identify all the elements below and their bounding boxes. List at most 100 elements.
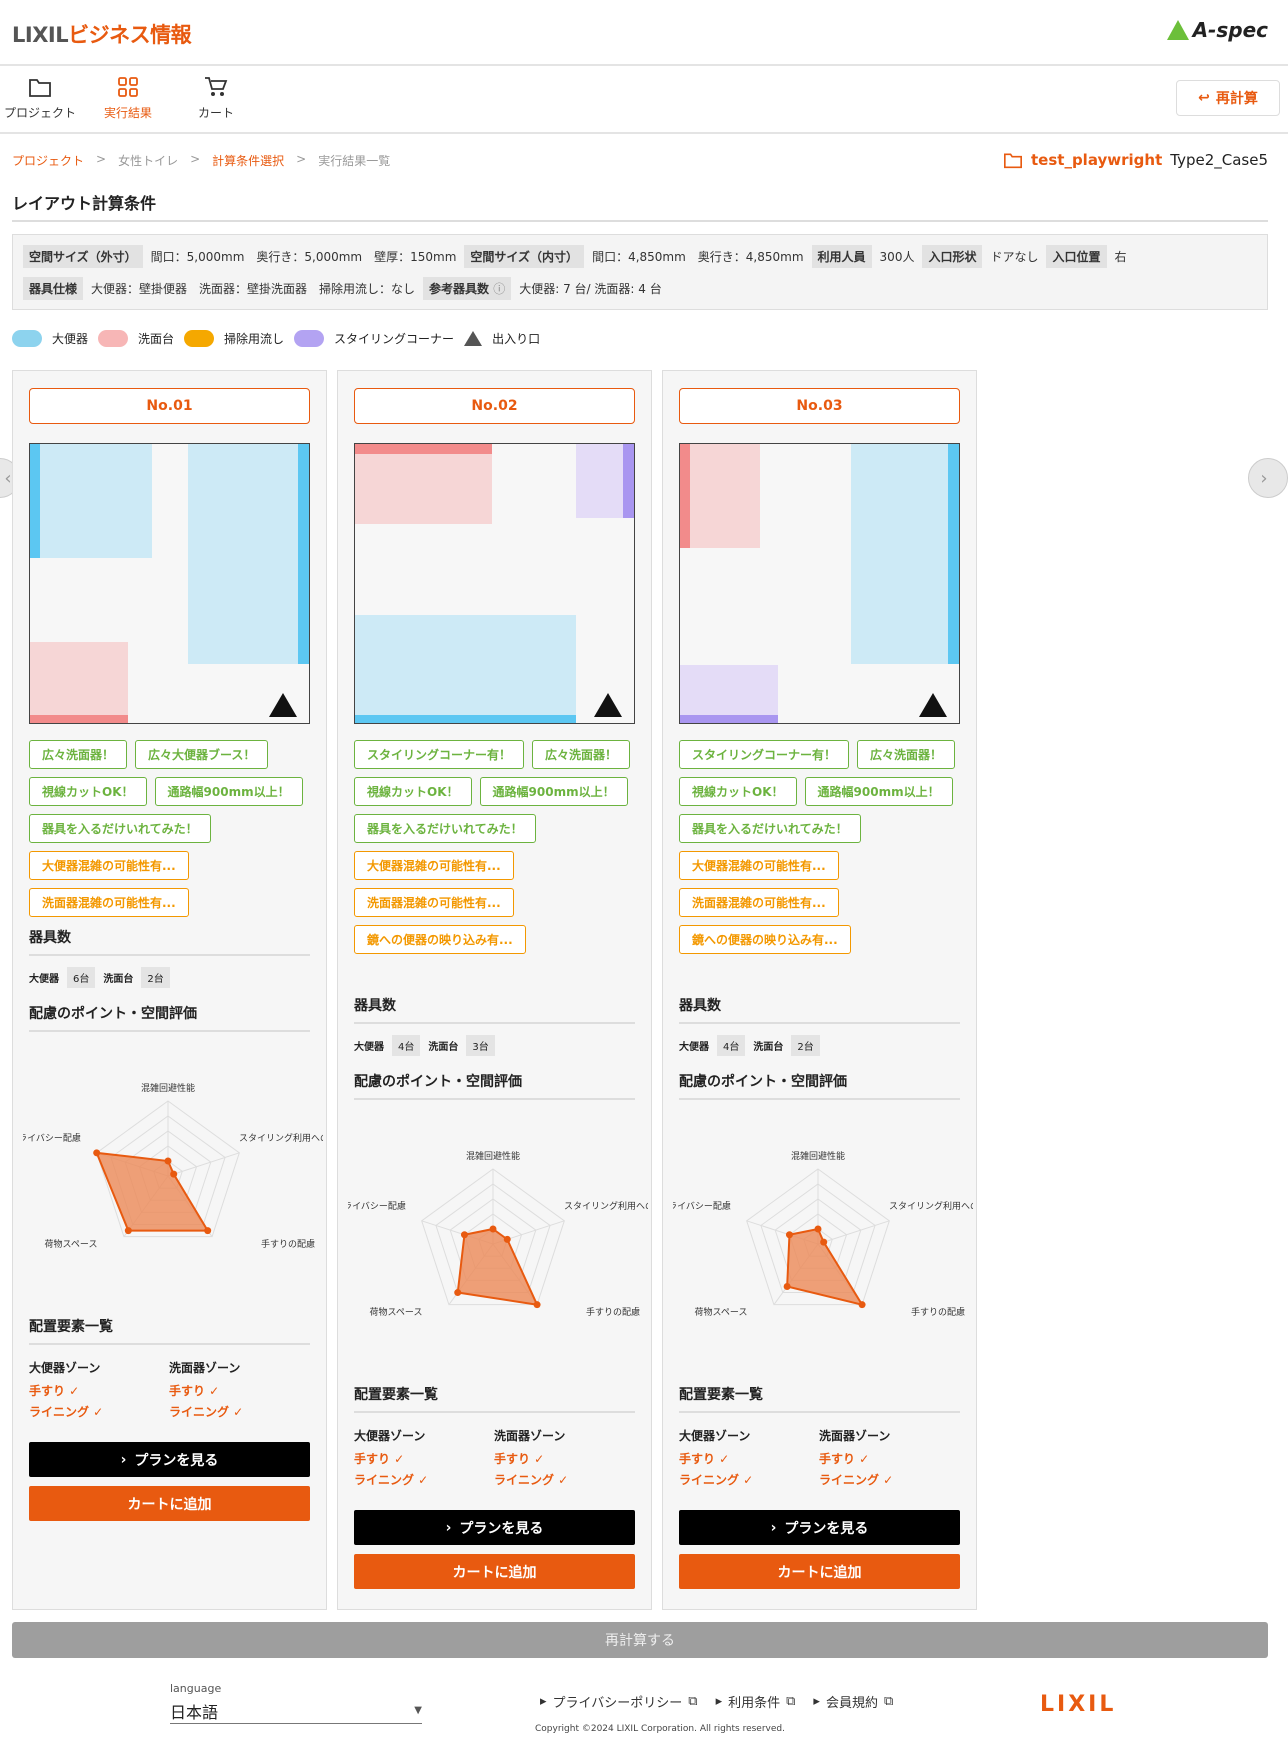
project-name[interactable]: test_playwright [1031, 151, 1162, 169]
radar-point [93, 1149, 101, 1157]
breadcrumb-separator: > [96, 152, 107, 166]
cond-tag: 器具仕様 [23, 277, 84, 300]
cond-value: 右 [1114, 250, 1127, 264]
radar-label: スタイリング利用への配慮 [239, 1132, 323, 1144]
add-to-cart-button[interactable]: カートに追加 [354, 1554, 635, 1589]
evaluation-title: 配慮のポイント・空間評価 [354, 1071, 635, 1100]
radar-point [454, 1289, 462, 1297]
cond-tag: 入口形状 [922, 245, 983, 268]
add-to-cart-button[interactable]: カートに追加 [679, 1554, 960, 1589]
warning-chip[interactable]: 鏡への便器の映り込み有... [354, 925, 526, 954]
carousel-next-button[interactable]: › [1248, 458, 1288, 498]
cond-tag: 利用人員 [811, 245, 872, 268]
feature-chip: 広々洗面器！ [532, 740, 631, 769]
radar-label: 荷物スペース [695, 1306, 748, 1318]
chevron-right-icon: › [445, 1519, 452, 1536]
legend-label: 掃除用流し [224, 332, 285, 346]
fixture-counts: 大便器 4台 洗面台 2台 [679, 1035, 820, 1056]
grid-icon [118, 77, 138, 97]
warning-chip[interactable]: 洗面器混雑の可能性有... [354, 888, 514, 917]
cond-value: 大便器：壁掛便器 洗面器：壁掛洗面器 掃除用流し：なし [91, 282, 416, 296]
cond-tag: 空間サイズ（内寸） [464, 245, 585, 268]
nav-cart[interactable]: カート [176, 76, 256, 121]
plan-number-button[interactable]: No.03 [679, 388, 960, 424]
radar-label: 手すりの配慮 [911, 1306, 965, 1318]
evaluation-title: 配慮のポイント・空間評価 [679, 1071, 960, 1100]
view-plan-button[interactable]: › プランを見る [29, 1442, 310, 1477]
legend-label: スタイリングコーナー [334, 332, 455, 346]
view-plan-button[interactable]: › プランを見る [354, 1510, 635, 1545]
radar-chart: 混雑回避性能スタイリング利用への配慮手すりの配慮 荷物スペース プライバシー配慮 [23, 1082, 323, 1250]
radar-point [489, 1225, 497, 1233]
layout-plan[interactable] [354, 443, 635, 724]
legend-swatch [12, 330, 42, 347]
warning-chip[interactable]: 大便器混雑の可能性有... [354, 851, 514, 880]
radar-label: 混雑回避性能 [466, 1150, 520, 1162]
terms-link[interactable]: ▸ 利用条件 ⧉ [716, 1692, 796, 1711]
plan-number-button[interactable]: No.02 [354, 388, 635, 424]
conditions-panel: 空間サイズ（外寸） 間口：5,000mm 奥行き：5,000mm 壁厚：150mm… [12, 234, 1268, 310]
radar-chart: 混雑回避性能スタイリング利用への配慮手すりの配慮 荷物スペース プライバシー配慮 [348, 1150, 648, 1318]
app-header: LIXILビジネス情報 A-spec [0, 0, 1288, 66]
caret-down-icon: ▼ [414, 1705, 422, 1716]
radar-point [164, 1157, 172, 1165]
radar-label: 荷物スペース [370, 1306, 423, 1318]
fixture-count-title: 器具数 [679, 995, 960, 1024]
membership-link[interactable]: ▸ 会員規約 ⧉ [813, 1692, 893, 1711]
radar-chart: 混雑回避性能スタイリング利用への配慮手すりの配慮 荷物スペース プライバシー配慮 [673, 1150, 973, 1318]
copyright: Copyright ©2024 LIXIL Corporation. All r… [535, 1724, 785, 1734]
feature-chips: スタイリングコーナー有！ 広々洗面器！ 視線カットOK！ 通路幅900mm以上！… [679, 740, 969, 954]
language-select[interactable]: 日本語 ▼ [170, 1698, 422, 1724]
warning-chip[interactable]: 鏡への便器の映り込み有... [679, 925, 851, 954]
recalculate-bottom-button[interactable]: 再計算する [12, 1622, 1268, 1658]
warning-chip[interactable]: 洗面器混雑の可能性有... [29, 888, 189, 917]
cart-icon [205, 77, 228, 96]
feature-chip: 広々洗面器！ [857, 740, 956, 769]
cond-tag: 参考器具数 ⓘ [423, 277, 512, 300]
cond-value: 300人 [879, 250, 915, 264]
chevron-left-icon: ‹ [4, 467, 12, 489]
radar-point [783, 1282, 791, 1290]
radar-label: 荷物スペース [45, 1238, 98, 1250]
external-link-icon: ⧉ [786, 1694, 796, 1709]
warning-chip[interactable]: 大便器混雑の可能性有... [679, 851, 839, 880]
view-plan-button[interactable]: › プランを見る [679, 1510, 960, 1545]
layout-plan[interactable] [679, 443, 960, 724]
breadcrumb-project[interactable]: プロジェクト [12, 152, 84, 169]
feature-chip: 器具を入るだけいれてみた！ [354, 814, 536, 843]
legend-swatch [294, 330, 325, 347]
radar-point [204, 1227, 212, 1235]
project-info: test_playwright Type2_Case5 [1003, 151, 1268, 169]
cond-value: 間口：4,850mm 奥行き：4,850mm [592, 250, 804, 264]
recalculate-button[interactable]: ↩ 再計算 [1176, 80, 1280, 116]
breadcrumb-toilet: 女性トイレ [118, 154, 179, 168]
warning-chip[interactable]: 洗面器混雑の可能性有... [679, 888, 839, 917]
aspec-triangle-icon [1166, 20, 1189, 40]
nav-results[interactable]: 実行結果 [88, 76, 168, 121]
entrance-triangle-icon [464, 331, 483, 346]
radar-point [820, 1238, 828, 1246]
project-case: Type2_Case5 [1170, 151, 1268, 169]
feature-chip: 視線カットOK！ [679, 777, 797, 806]
feature-chip: 通路幅900mm以上！ [154, 777, 303, 806]
nav-project[interactable]: プロジェクト [0, 76, 80, 121]
radar-label: プライバシー配慮 [673, 1200, 731, 1212]
radar-point [460, 1231, 468, 1239]
lixil-business-logo[interactable]: LIXILビジネス情報 [12, 19, 192, 49]
warning-chip[interactable]: 大便器混雑の可能性有... [29, 851, 189, 880]
feature-chip: 視線カットOK！ [354, 777, 472, 806]
zones-title: 配置要素一覧 [29, 1316, 310, 1345]
add-to-cart-button[interactable]: カートに追加 [29, 1486, 310, 1521]
radar-point [124, 1227, 132, 1235]
entrance-marker [919, 693, 947, 717]
breadcrumb-conditions[interactable]: 計算条件選択 [212, 152, 284, 169]
layout-plan[interactable] [29, 443, 310, 724]
privacy-link[interactable]: ▸ プライバシーポリシー ⧉ [540, 1692, 698, 1711]
cond-tag: 空間サイズ（外寸） [23, 245, 143, 268]
folder-icon [29, 79, 51, 97]
radar-label: 混雑回避性能 [141, 1082, 195, 1094]
main-nav: プロジェクト 実行結果 カート ↩ 再計算 [0, 68, 1288, 134]
entrance-marker [269, 693, 297, 717]
help-icon[interactable]: ⓘ [493, 282, 505, 296]
plan-number-button[interactable]: No.01 [29, 388, 310, 424]
